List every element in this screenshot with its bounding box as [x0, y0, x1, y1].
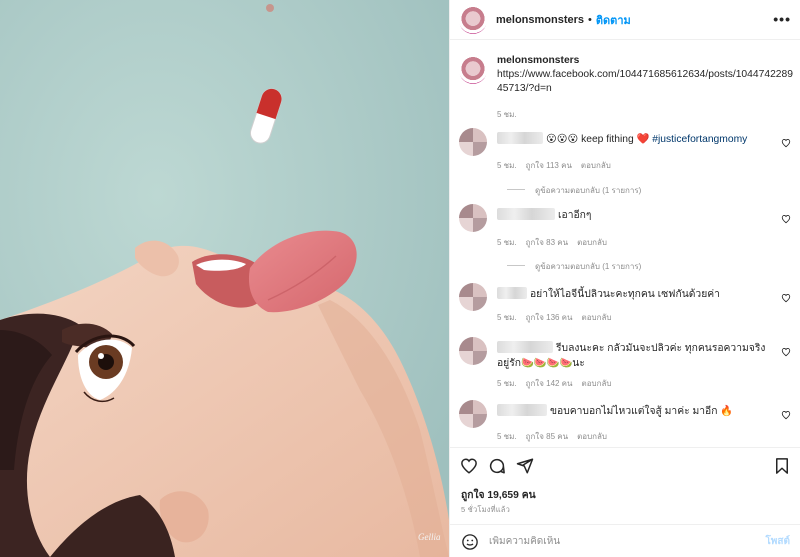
blurred-username[interactable]: [497, 208, 555, 220]
comment-body: เอาอีกๆ: [558, 210, 592, 221]
comment-meta: 5 ชม. ถูกใจ 136 คน ตอบกลับ: [497, 311, 620, 324]
comment-meta: 5 ชม. ถูกใจ 142 คน ตอบกลับ: [497, 377, 620, 390]
artist-signature: Gellia: [418, 532, 441, 542]
comment-text: เอาอีกๆ: [497, 208, 775, 223]
comment-meta: 5 ชม. ถูกใจ 113 คน ตอบกลับ: [497, 159, 620, 172]
caption: melonsmonsters https://www.facebook.com/…: [459, 54, 795, 122]
blurred-username[interactable]: [497, 404, 547, 416]
comment-avatar[interactable]: [459, 337, 487, 365]
comment-body: 😮😮😮 keep fithing ❤️: [546, 134, 650, 145]
blurred-username[interactable]: [497, 287, 527, 299]
comment-body: ขอบคาบอกไม่ไหวแต่ใจสู้ มาค่ะ มาอีก 🔥: [550, 406, 734, 417]
header-username[interactable]: melonsmonsters: [496, 14, 584, 26]
caption-username[interactable]: melonsmonsters: [497, 54, 795, 68]
post-time-ago: 5 ชั่วโมงที่แล้ว: [461, 505, 510, 514]
caption-link[interactable]: https://www.facebook.com/104471685612634…: [497, 68, 795, 96]
comment-avatar[interactable]: [459, 400, 487, 428]
comment-text: ขอบคาบอกไม่ไหวแต่ใจสู้ มาค่ะ มาอีก 🔥: [497, 404, 775, 419]
post-header: melonsmonsters • ติดตาม •••: [450, 0, 800, 40]
comment-text: 😮😮😮 keep fithing ❤️ #justicefortangmomy: [497, 132, 775, 147]
separator-dot: •: [588, 13, 592, 26]
caption-time: 5 ชม.: [497, 110, 517, 119]
comment-text: รีบลงนะคะ กลัวมันจะปลิวค่ะ ทุกคนรอความจร…: [497, 341, 767, 371]
comment-time: 5 ชม.: [497, 432, 517, 441]
comment-time: 5 ชม.: [497, 238, 517, 247]
comment-bubble-icon[interactable]: [488, 457, 506, 475]
more-horizontal-icon[interactable]: •••: [773, 11, 791, 27]
like-heart-icon[interactable]: [460, 457, 478, 475]
comment-likes[interactable]: ถูกใจ 142 คน: [526, 379, 573, 388]
comment-meta: 5 ชม. ถูกใจ 83 คน ตอบกลับ: [497, 236, 616, 249]
heart-outline-icon[interactable]: [781, 138, 791, 148]
emoji-icon[interactable]: [461, 533, 479, 551]
comment-likes[interactable]: ถูกใจ 113 คน: [526, 161, 572, 170]
view-replies-button[interactable]: ดูข้อความตอบกลับ (1 รายการ): [507, 184, 641, 197]
reply-button[interactable]: ตอบกลับ: [577, 238, 607, 247]
avatar[interactable]: [459, 5, 487, 34]
reply-button[interactable]: ตอบกลับ: [581, 161, 611, 170]
likes-count[interactable]: ถูกใจ 19,659 คน: [461, 486, 536, 503]
comment-input[interactable]: [489, 536, 729, 547]
comment-body: อย่าให้ไอจีนี้ปลิวนะคะทุกคน เซฟกันด้วยค่…: [530, 289, 720, 300]
comment-likes[interactable]: ถูกใจ 136 คน: [526, 313, 573, 322]
reply-button[interactable]: ตอบกลับ: [582, 313, 612, 322]
comment-text: อย่าให้ไอจีนี้ปลิวนะคะทุกคน เซฟกันด้วยค่…: [497, 287, 775, 302]
view-replies-button[interactable]: ดูข้อความตอบกลับ (1 รายการ): [507, 260, 641, 273]
follow-button[interactable]: ติดตาม: [596, 11, 631, 29]
heart-outline-icon[interactable]: [781, 293, 791, 303]
reply-button[interactable]: ตอบกลับ: [577, 432, 607, 441]
caption-avatar[interactable]: [459, 56, 487, 84]
comment-avatar[interactable]: [459, 283, 487, 311]
blurred-username[interactable]: [497, 132, 543, 144]
comment-meta: 5 ชม. ถูกใจ 85 คน ตอบกลับ: [497, 430, 616, 443]
share-paper-plane-icon[interactable]: [516, 457, 534, 475]
illustration: Gellia: [0, 0, 449, 557]
comment-time: 5 ชม.: [497, 379, 517, 388]
comment-time: 5 ชม.: [497, 161, 517, 170]
add-comment-bar: โพสต์: [450, 524, 800, 557]
post-comment-button[interactable]: โพสต์: [765, 534, 790, 549]
heart-outline-icon[interactable]: [781, 410, 791, 420]
bookmark-icon[interactable]: [773, 457, 791, 475]
blurred-username[interactable]: [497, 341, 553, 353]
heart-outline-icon[interactable]: [781, 214, 791, 224]
comment-likes[interactable]: ถูกใจ 85 คน: [526, 432, 568, 441]
comment-time: 5 ชม.: [497, 313, 517, 322]
comment-avatar[interactable]: [459, 128, 487, 156]
post-sidebar: melonsmonsters • ติดตาม ••• melonsmonste…: [449, 0, 800, 557]
post-image[interactable]: Gellia: [0, 0, 449, 557]
reply-button[interactable]: ตอบกลับ: [582, 379, 612, 388]
comment-likes[interactable]: ถูกใจ 83 คน: [526, 238, 568, 247]
comment-avatar[interactable]: [459, 204, 487, 232]
caption-body: melonsmonsters https://www.facebook.com/…: [497, 54, 795, 122]
heart-outline-icon[interactable]: [781, 347, 791, 357]
post-actions: ถูกใจ 19,659 คน 5 ชั่วโมงที่แล้ว โพสต์: [450, 447, 800, 557]
comment-hashtag[interactable]: #justicefortangmomy: [652, 134, 747, 145]
